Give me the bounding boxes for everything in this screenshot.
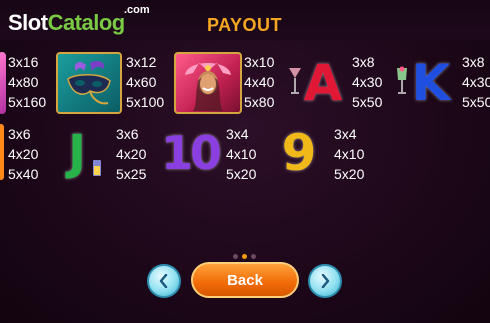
page-title: PAYOUT [207,15,283,35]
paytable-mask: 3x12 4x60 5x100 [126,54,165,110]
page-dot-1[interactable] [233,254,238,259]
slotcatalog-logo: SlotCatalog [8,10,125,35]
paytable-a: 3x8 4x30 5x50 [352,54,383,110]
pink-symbol-icon [0,52,6,114]
page-dot-2[interactable] [242,254,247,259]
paytable-10: 3x4 4x10 5x20 [226,126,257,182]
next-page-button[interactable] [308,264,342,298]
back-button[interactable]: Back [191,262,299,298]
letter-j-icon: J [56,124,108,182]
carnival-dancer-icon [174,52,242,114]
letter-a-icon: A [286,52,344,114]
number-9-icon: 9 [281,124,317,182]
partial-symbol-icon [0,124,4,180]
mask-symbol-icon [56,52,122,114]
page-dot-3[interactable] [251,254,256,259]
letter-k-icon: K [394,52,454,114]
chevron-left-icon [159,274,168,288]
paytable-k: 3x8 4x30 5x50 [462,54,490,110]
prev-page-button[interactable] [147,264,181,298]
paytable-pink: 3x16 4x80 5x160 [8,54,47,110]
paytable-partial: 3x6 4x20 5x40 [8,126,39,182]
logo-com-suffix: .com [124,4,150,16]
paytable-j: 3x6 4x20 5x25 [116,126,147,182]
number-10-icon: 10 [160,126,222,180]
chevron-right-icon [321,274,330,288]
paytable-9: 3x4 4x10 5x20 [334,126,365,182]
paytable-dancer: 3x10 4x40 5x80 [244,54,275,110]
